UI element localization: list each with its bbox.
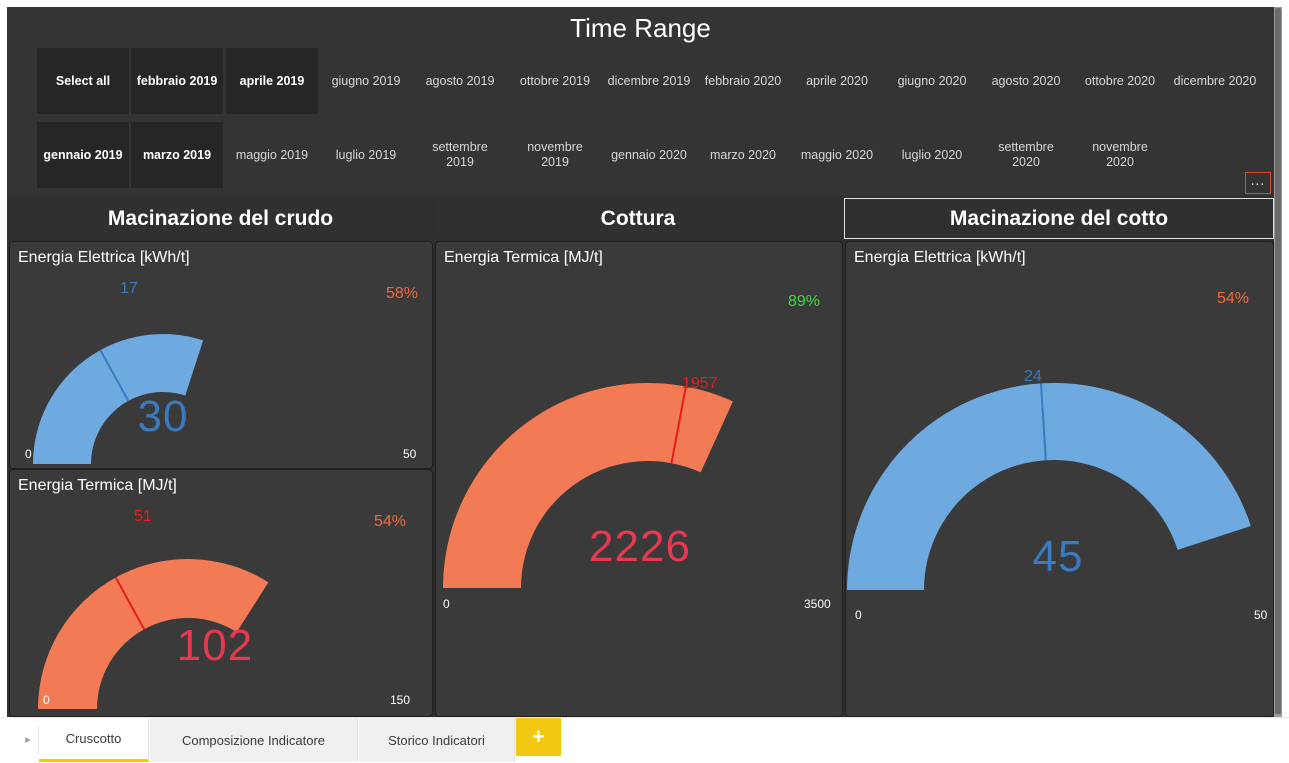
slicer-tile[interactable]: maggio 2020: [791, 122, 883, 188]
gauge-value-label: 102: [176, 621, 254, 670]
slicer-tile[interactable]: ottobre 2019: [509, 48, 601, 114]
section-header-cotto: Macinazione del cotto: [844, 198, 1274, 239]
add-page-button[interactable]: +: [516, 718, 561, 756]
slicer-tile[interactable]: febbraio 2019: [131, 48, 223, 114]
gauge-max-label: 50: [1254, 608, 1268, 622]
slicer-tile[interactable]: gennaio 2019: [37, 122, 129, 188]
gauge-target-label: 17: [120, 280, 138, 297]
vertical-scrollbar-thumb[interactable]: [1275, 8, 1281, 714]
slicer-tile[interactable]: settembre 2019: [414, 122, 506, 188]
gauge-value-label: 30: [137, 392, 189, 441]
slicer-tile[interactable]: aprile 2020: [791, 48, 883, 114]
gauge-svg: [33, 334, 204, 464]
gauge-min-label: 0: [855, 608, 862, 622]
slicer-tile[interactable]: aprile 2019: [226, 48, 318, 114]
gauge-percent-label: 54%: [374, 513, 407, 530]
gauge-min-label: 0: [443, 597, 450, 611]
gauge-value-label: 2226: [589, 522, 691, 571]
gauge-card-crudo-elettrica[interactable]: Energia Elettrica [kWh/t] 17 58% 30 0 50: [9, 241, 433, 469]
slicer-tile[interactable]: luglio 2019: [320, 122, 412, 188]
tab-storico-indicatori[interactable]: Storico Indicatori: [359, 718, 515, 762]
section-header-cottura: Cottura: [435, 198, 841, 239]
slicer-tile[interactable]: marzo 2020: [697, 122, 789, 188]
tab-cruscotto[interactable]: Cruscotto: [39, 718, 149, 762]
gauge-target-label: 51: [134, 508, 152, 525]
gauge-card-crudo-termica[interactable]: Energia Termica [MJ/t] 51 54% 102 0 150: [9, 469, 433, 717]
slicer-tile[interactable]: novembre 2019: [509, 122, 601, 188]
page-tab-bar: ▸ Cruscotto Composizione Indicatore Stor…: [0, 717, 1289, 763]
gauge-max-label: 3500: [804, 597, 831, 611]
slicer-tile[interactable]: ottobre 2020: [1074, 48, 1166, 114]
gauge-svg: [38, 559, 269, 709]
gauge-target-label: 1957: [682, 375, 718, 392]
gauge-percent-label: 54%: [1217, 290, 1250, 307]
gauge-title: Energia Elettrica [kWh/t]: [18, 249, 190, 266]
tab-composizione-indicatore[interactable]: Composizione Indicatore: [150, 718, 358, 762]
gauge-title: Energia Elettrica [kWh/t]: [854, 249, 1026, 266]
gauge-title: Energia Termica [MJ/t]: [18, 477, 177, 494]
gauge-target-label: 24: [1024, 368, 1042, 385]
slicer-tile[interactable]: luglio 2020: [886, 122, 978, 188]
tab-nav-arrow-icon[interactable]: ▸: [20, 730, 36, 750]
slicer-tile[interactable]: giugno 2019: [320, 48, 412, 114]
more-options-button[interactable]: ...: [1245, 172, 1271, 194]
slicer-tile[interactable]: novembre 2020: [1074, 122, 1166, 188]
slicer-tile[interactable]: marzo 2019: [131, 122, 223, 188]
slicer-tile[interactable]: dicembre 2019: [603, 48, 695, 114]
slicer-tile[interactable]: agosto 2020: [980, 48, 1072, 114]
gauge-card-cotto-elettrica[interactable]: Energia Elettrica [kWh/t] 24 54% 45 0 50: [845, 241, 1274, 717]
slicer-tile[interactable]: Select all: [37, 48, 129, 114]
gauge-max-label: 150: [390, 693, 411, 707]
gauge-card-cottura-termica[interactable]: Energia Termica [MJ/t] 1957 89% 2226 0 3500: [435, 241, 843, 717]
slicer-tile[interactable]: dicembre 2020: [1169, 48, 1261, 114]
gauge-min-label: 0: [43, 693, 50, 707]
gauge-svg: [847, 383, 1251, 590]
slicer-tile[interactable]: agosto 2019: [414, 48, 506, 114]
gauge-title: Energia Termica [MJ/t]: [444, 249, 603, 266]
gauge-min-label: 0: [25, 447, 32, 461]
section-header-crudo: Macinazione del crudo: [9, 198, 432, 239]
gauge-max-label: 50: [403, 447, 417, 461]
slicer-tile[interactable]: gennaio 2020: [603, 122, 695, 188]
gauge-value-label: 45: [1032, 532, 1084, 581]
gauge-percent-label: 58%: [386, 285, 419, 302]
slicer-title: Time Range: [570, 13, 711, 43]
gauge-percent-label: 89%: [788, 293, 821, 310]
slicer-tile[interactable]: settembre 2020: [980, 122, 1072, 188]
gauge-svg: [443, 382, 733, 588]
slicer-tile[interactable]: maggio 2019: [226, 122, 318, 188]
slicer-tile[interactable]: giugno 2020: [886, 48, 978, 114]
slicer-tile[interactable]: febbraio 2020: [697, 48, 789, 114]
